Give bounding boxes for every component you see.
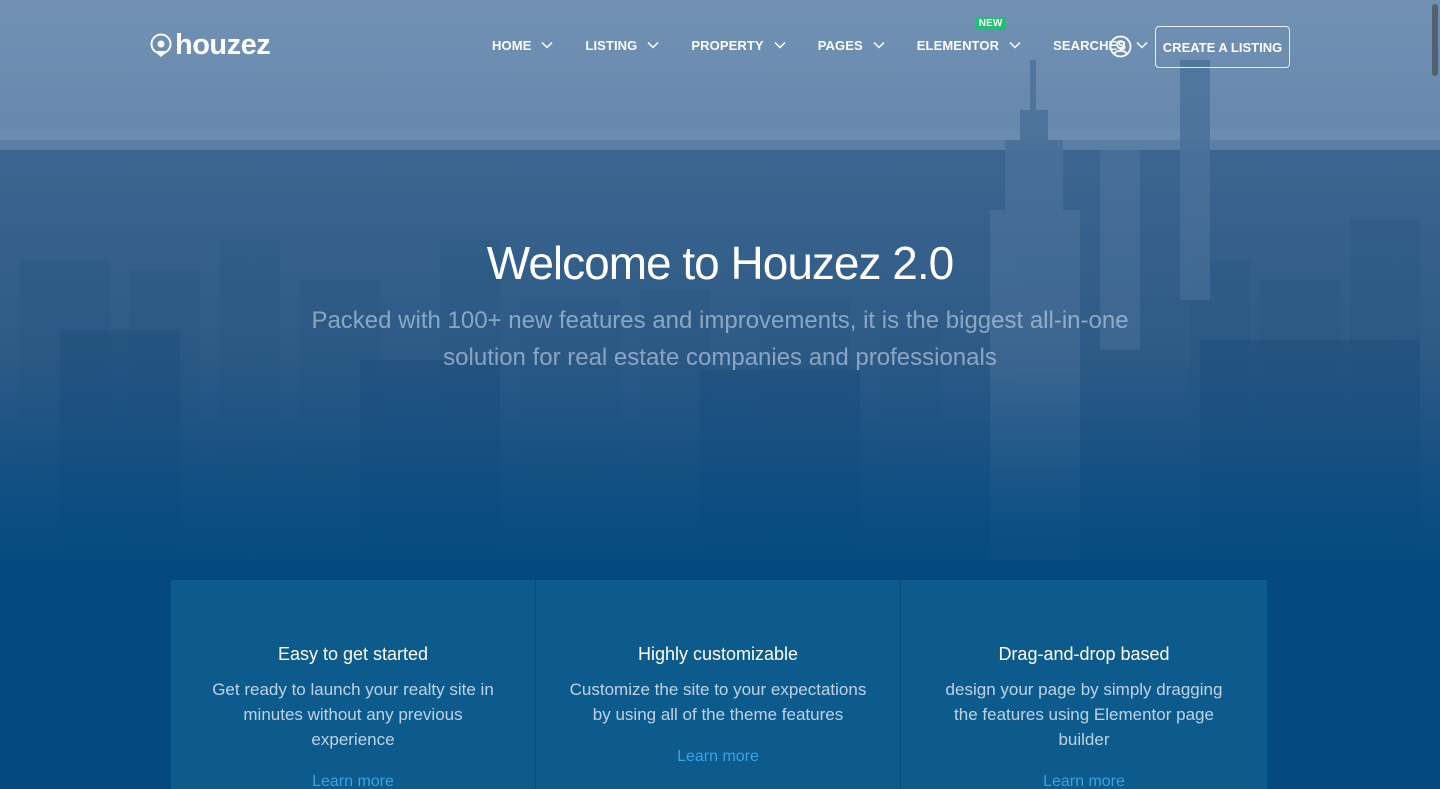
nav-item-property[interactable]: PROPERTY (691, 36, 786, 54)
page-scrollbar[interactable] (1431, 0, 1440, 789)
site-header: houzez HOME LISTING PROPERTY PAGES NEW E… (0, 0, 1440, 92)
learn-more-link[interactable]: Learn more (1043, 773, 1125, 789)
learn-more-link[interactable]: Learn more (677, 748, 759, 766)
create-listing-button[interactable]: CREATE A LISTING (1155, 26, 1290, 68)
user-circle-icon[interactable] (1109, 35, 1132, 58)
map-pin-icon (150, 33, 172, 57)
feature-title: Easy to get started (277, 644, 429, 664)
nav-item-searches[interactable]: SEARCHES (1053, 36, 1148, 54)
page: houzez HOME LISTING PROPERTY PAGES NEW E… (0, 0, 1440, 789)
feature-text: Customize the site to your expectations … (569, 680, 867, 724)
learn-more-link[interactable]: Learn more (312, 773, 394, 789)
feature-text: Get ready to launch your realty site in … (212, 680, 494, 749)
nav-item-label: PAGES (817, 37, 863, 53)
scrollbar-thumb[interactable] (1432, 4, 1438, 76)
feature-title: Drag-and-drop based (998, 644, 1170, 664)
nav-item-home[interactable]: HOME (492, 36, 553, 54)
nav-item-label: LISTING (585, 37, 638, 53)
feature-text: design your page by simply dragging the … (945, 680, 1223, 749)
chevron-down-icon (647, 41, 659, 49)
feature-card: Easy to get started Get ready to launch … (171, 580, 536, 789)
chevron-down-icon (1009, 41, 1021, 49)
nav-item-elementor[interactable]: NEW ELEMENTOR (916, 17, 1021, 54)
hero-title: Welcome to Houzez 2.0 (486, 237, 955, 289)
feature-card: Drag-and-drop based design your page by … (901, 580, 1267, 789)
nav-item-listing[interactable]: LISTING (585, 36, 659, 54)
nav-item-label: HOME (492, 37, 532, 53)
feature-card: Highly customizable Customize the site t… (536, 580, 901, 789)
logo-text: houzez (175, 29, 271, 61)
nav-item-label: ELEMENTOR (916, 37, 1000, 53)
main-nav: HOME LISTING PROPERTY PAGES NEW ELEMENTO… (492, 17, 1180, 54)
hero-subtitle: Packed with 100+ new features and improv… (311, 307, 1129, 371)
chevron-down-icon (873, 41, 885, 49)
feature-title: Highly customizable (637, 644, 799, 664)
nav-item-pages[interactable]: PAGES (818, 36, 885, 54)
chevron-down-icon (774, 41, 786, 49)
features-section: Easy to get started Get ready to launch … (171, 580, 1267, 789)
chevron-down-icon (541, 41, 553, 49)
nav-item-label: PROPERTY (691, 37, 764, 53)
chevron-down-icon (1136, 41, 1148, 49)
logo[interactable]: houzez (150, 29, 271, 61)
new-badge: NEW (974, 17, 1007, 30)
